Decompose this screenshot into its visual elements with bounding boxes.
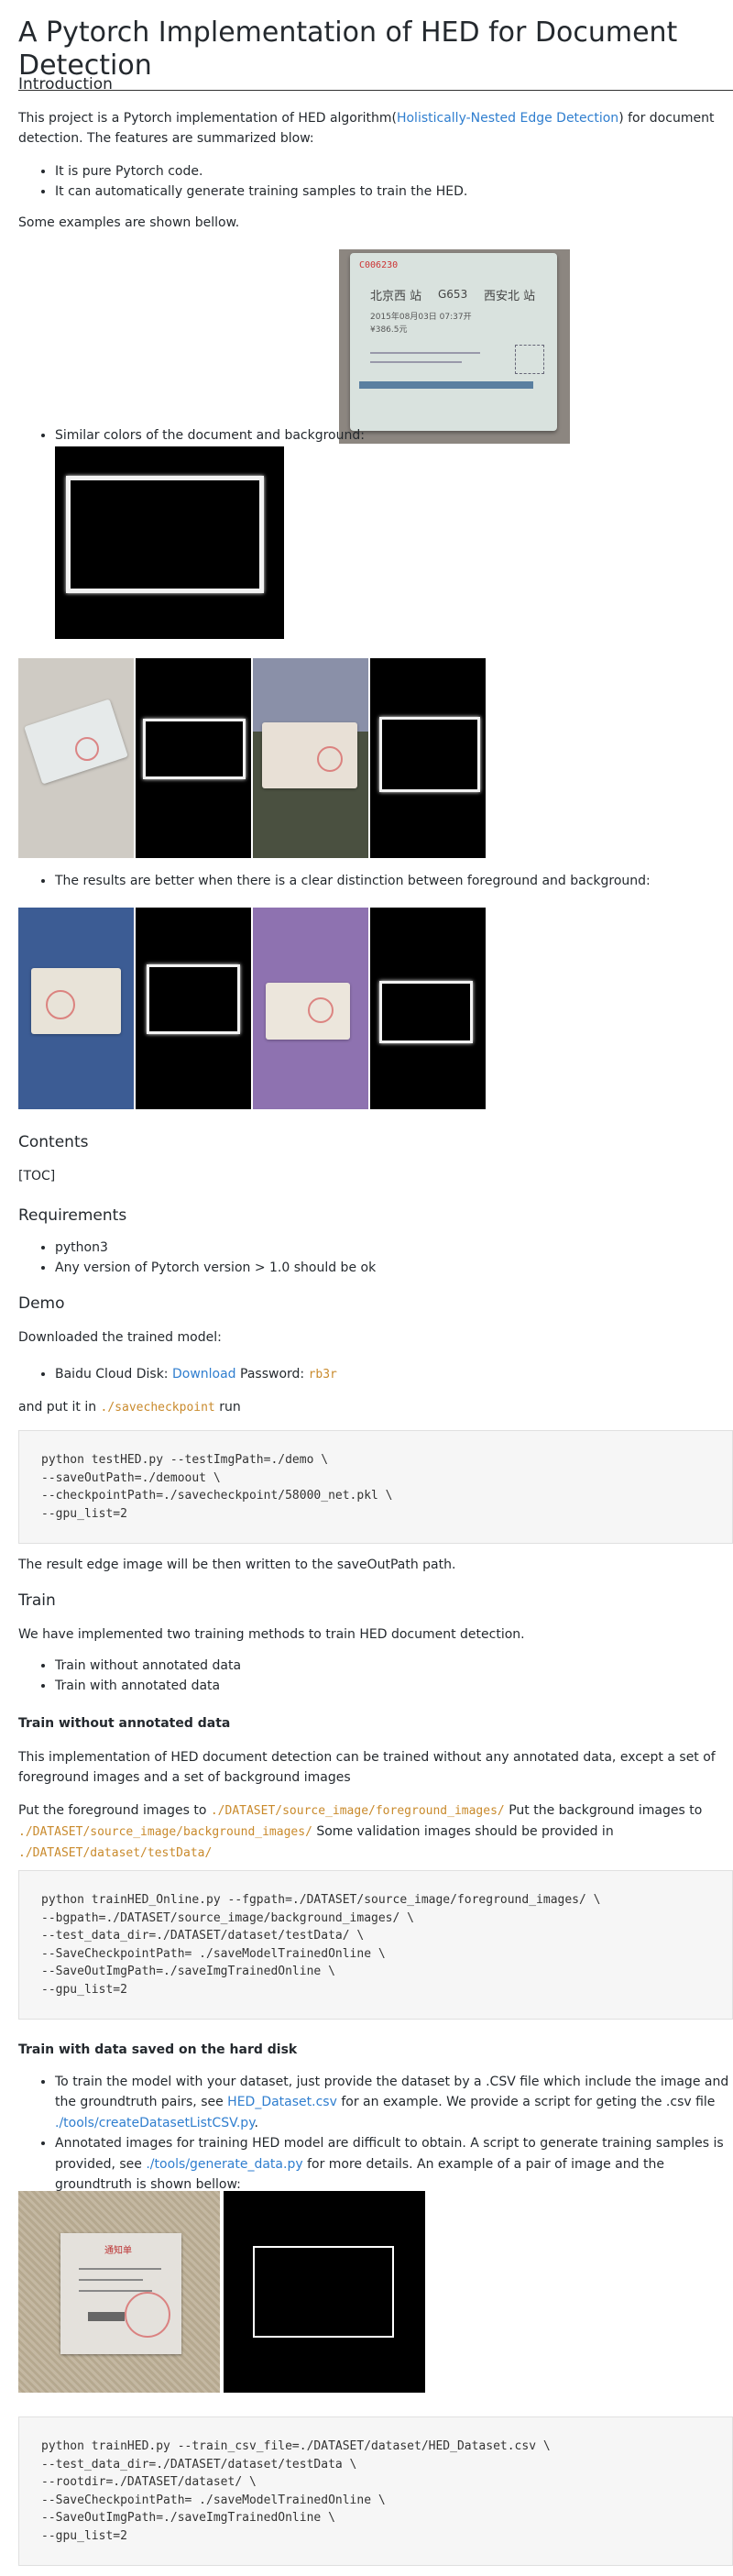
training-sample-photo: 通知单 (18, 2191, 220, 2393)
example-photo-blue-bg (18, 908, 134, 1109)
intro-paragraph: This project is a Pytorch implementation… (18, 108, 733, 149)
csv-text-b: for an example. We provide a script for … (336, 2095, 716, 2110)
training-sample-groundtruth (224, 2191, 425, 2393)
heading-train: Train (18, 1591, 56, 1610)
hed-link[interactable]: Holistically-Nested Edge Detection (397, 111, 618, 126)
testdata-path: ./DATASET/dataset/testData/ (18, 1845, 213, 1860)
example-edge-result-2 (136, 658, 251, 858)
train-methods-list: Train without annotated data Train with … (18, 1656, 733, 1697)
ticket-price: ¥386.5元 (370, 325, 408, 335)
demo-code-block: python testHED.py --testImgPath=./demo \… (18, 1430, 733, 1544)
requirement-item: Any version of Pytorch version > 1.0 sho… (55, 1258, 733, 1278)
intro-text: This project is a Pytorch implementation… (18, 111, 397, 126)
heading-train-without-annotated: Train without annotated data (18, 1716, 231, 1731)
clear-distinction-item: The results are better when there is a c… (55, 871, 733, 891)
download-item: Baidu Cloud Disk: Download Password: rb3… (55, 1364, 733, 1385)
ticket-to: 西安北 站 (484, 290, 536, 303)
feature-item: It is pure Pytorch code. (55, 161, 733, 182)
train-with-disk-list: To train the model with your dataset, ju… (18, 2072, 733, 2195)
example-photo-ticket-2 (18, 658, 134, 858)
create-dataset-script-link[interactable]: ./tools/createDatasetListCSV.py (55, 2116, 255, 2130)
similar-colors-list: Similar colors of the document and backg… (18, 425, 733, 446)
train-without-paths: Put the foreground images to ./DATASET/s… (18, 1800, 733, 1863)
generate-data-item: Annotated images for training HED model … (55, 2133, 733, 2195)
download-list: Baidu Cloud Disk: Download Password: rb3… (18, 1364, 733, 1385)
heading-demo: Demo (18, 1294, 65, 1313)
example-edge-result-4 (136, 908, 251, 1109)
example-photo-purple-bg (253, 908, 368, 1109)
heading-contents: Contents (18, 1133, 89, 1151)
requirements-list: python3 Any version of Pytorch version >… (18, 1238, 733, 1279)
heading-introduction: Introduction (18, 75, 113, 94)
baidu-label: Baidu Cloud Disk: (55, 1367, 172, 1382)
paths-text-a: Put the foreground images to (18, 1803, 211, 1818)
train-intro: We have implemented two training methods… (18, 1627, 525, 1642)
paths-text-c: Some validation images should be provide… (312, 1823, 614, 1839)
put-in-text: and put it in ./savecheckpoint run (18, 1397, 733, 1418)
clear-distinction-list: The results are better when there is a c… (18, 871, 733, 891)
background-path: ./DATASET/source_image/background_images… (18, 1824, 312, 1839)
paths-text-b: Put the background images to (504, 1803, 703, 1818)
train-without-paragraph: This implementation of HED document dete… (18, 1750, 716, 1786)
heading-requirements: Requirements (18, 1206, 127, 1225)
password-code: rb3r (308, 1368, 337, 1382)
page-title: A Pytorch Implementation of HED for Docu… (18, 0, 733, 91)
sample-card-label: 通知单 (104, 2246, 132, 2256)
csv-text-c: . (254, 2115, 258, 2130)
put-suffix: run (214, 1400, 241, 1415)
download-link[interactable]: Download (172, 1367, 236, 1382)
example-edge-result-5 (370, 908, 486, 1109)
downloaded-text: Downloaded the trained model: (18, 1330, 222, 1345)
csv-instruction-item: To train the model with your dataset, ju… (55, 2072, 733, 2133)
example-photo-ticket: C006230 北京西 站 G653 西安北 站 2015年08月03日 07:… (339, 249, 570, 444)
train-online-code-block: python trainHED_Online.py --fgpath=./DAT… (18, 1870, 733, 2020)
example-edge-result-1 (55, 446, 284, 639)
ticket-code: C006230 (359, 260, 399, 270)
train-csv-code-block: python trainHED.py --train_csv_file=./DA… (18, 2416, 733, 2566)
readme-page: A Pytorch Implementation of HED for Docu… (18, 0, 733, 2566)
train-method-item: Train without annotated data (55, 1656, 733, 1676)
generate-data-script-link[interactable]: ./tools/generate_data.py (146, 2157, 302, 2172)
put-prefix: and put it in (18, 1400, 101, 1415)
examples-text: Some examples are shown bellow. (18, 215, 240, 230)
ticket-train: G653 (438, 288, 468, 301)
password-label: Password: (235, 1367, 309, 1382)
example-edge-result-3 (370, 658, 486, 858)
feature-item: It can automatically generate training s… (55, 182, 733, 202)
ticket-from: 北京西 站 (370, 290, 422, 303)
heading-train-with-disk: Train with data saved on the hard disk (18, 2042, 298, 2057)
similar-colors-item: Similar colors of the document and backg… (55, 425, 733, 446)
savecheckpoint-path: ./savecheckpoint (100, 1401, 215, 1415)
ticket-date: 2015年08月03日 07:37开 (370, 313, 472, 322)
toc-text: [TOC] (18, 1169, 56, 1183)
example-photo-ticket-3 (253, 658, 368, 858)
features-list: It is pure Pytorch code. It can automati… (18, 161, 733, 203)
requirement-item: python3 (55, 1238, 733, 1258)
foreground-path: ./DATASET/source_image/foreground_images… (210, 1804, 505, 1818)
hed-dataset-csv-link[interactable]: HED_Dataset.csv (227, 2095, 337, 2109)
result-text: The result edge image will be then writt… (18, 1558, 456, 1572)
train-method-item: Train with annotated data (55, 1676, 733, 1696)
